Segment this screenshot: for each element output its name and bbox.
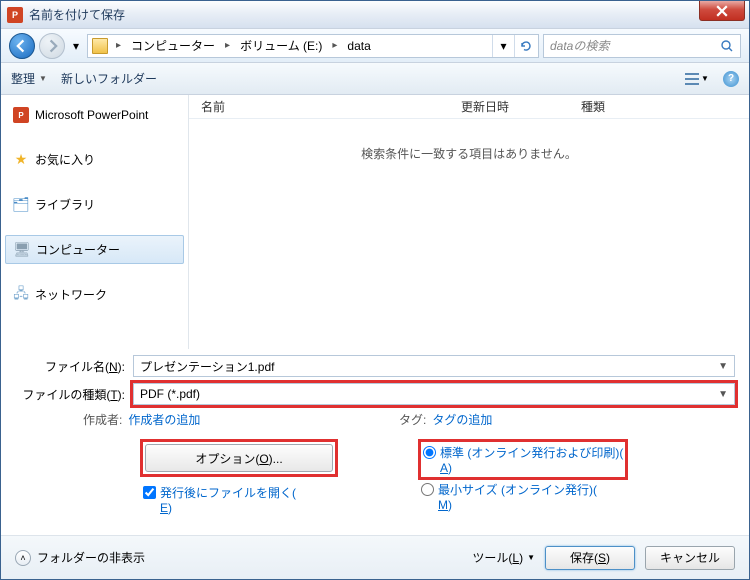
search-placeholder: dataの検索 xyxy=(550,37,609,54)
chevron-right-icon[interactable]: ▸ xyxy=(112,40,125,51)
close-button[interactable] xyxy=(699,1,745,21)
sidebar-item-computer[interactable]: 🖥 コンピューター xyxy=(5,235,184,264)
sidebar-item-libraries[interactable]: 🗂 ライブラリ xyxy=(1,190,188,219)
chevron-right-icon[interactable]: ▸ xyxy=(328,40,341,51)
help-button[interactable]: ? xyxy=(723,71,739,87)
toolbar: 整理▼ 新しいフォルダー ▼ ? xyxy=(1,63,749,95)
column-type[interactable]: 種類 xyxy=(581,98,661,115)
add-author-link[interactable]: 作成者の追加 xyxy=(128,411,200,428)
sidebar: P Microsoft PowerPoint ★ お気に入り 🗂 ライブラリ 🖥… xyxy=(1,95,189,349)
chevron-down-icon[interactable]: ▼ xyxy=(718,361,728,372)
titlebar[interactable]: P 名前を付けて保存 xyxy=(1,1,749,29)
save-as-dialog: P 名前を付けて保存 ▾ ▸ コンピューター ▸ ボリューム (E:) ▸ da… xyxy=(0,0,750,580)
breadcrumb-dropdown[interactable]: ▾ xyxy=(492,35,514,57)
breadcrumb-computer[interactable]: コンピューター xyxy=(127,35,219,57)
filename-label: ファイル名(N): xyxy=(15,358,133,375)
nav-bar: ▾ ▸ コンピューター ▸ ボリューム (E:) ▸ data ▾ dataの検… xyxy=(1,29,749,63)
sidebar-item-network[interactable]: 🖧 ネットワーク xyxy=(1,280,188,309)
chevron-right-icon[interactable]: ▸ xyxy=(221,40,234,51)
column-headers: 名前 更新日時 種類 xyxy=(189,95,749,119)
radio-input[interactable] xyxy=(421,483,434,496)
star-icon: ★ xyxy=(13,152,29,168)
filetype-label: ファイルの種類(T): xyxy=(15,386,133,403)
footer: ˄ フォルダーの非表示 ツール(L) ▼ 保存(S) キャンセル xyxy=(1,535,749,579)
tag-label: タグ: xyxy=(399,411,426,428)
refresh-icon xyxy=(520,40,532,52)
cancel-button[interactable]: キャンセル xyxy=(645,546,735,570)
list-icon xyxy=(685,73,699,85)
nav-history-dropdown[interactable]: ▾ xyxy=(69,39,83,53)
min-size-radio[interactable]: 最小サイズ (オンライン発行)(M) xyxy=(421,481,625,512)
file-list[interactable]: 名前 更新日時 種類 検索条件に一致する項目はありません。 xyxy=(189,95,749,349)
powerpoint-icon: P xyxy=(13,107,29,123)
add-tag-link[interactable]: タグの追加 xyxy=(432,411,492,428)
chevron-down-icon[interactable]: ▼ xyxy=(718,389,728,400)
library-icon: 🗂 xyxy=(13,197,29,213)
nav-back-button[interactable] xyxy=(9,33,35,59)
body-area: P Microsoft PowerPoint ★ お気に入り 🗂 ライブラリ 🖥… xyxy=(1,95,749,349)
sidebar-item-favorites[interactable]: ★ お気に入り xyxy=(1,145,188,174)
hide-folders-button[interactable]: ˄ フォルダーの非表示 xyxy=(15,549,145,566)
empty-message: 検索条件に一致する項目はありません。 xyxy=(189,119,749,188)
window-title: 名前を付けて保存 xyxy=(29,6,125,23)
nav-forward-button[interactable] xyxy=(39,33,65,59)
radio-input[interactable] xyxy=(423,446,436,459)
breadcrumb-volume[interactable]: ボリューム (E:) xyxy=(236,35,326,57)
close-icon xyxy=(716,5,728,17)
folder-icon xyxy=(92,38,108,54)
tools-dropdown[interactable]: ツール(L) ▼ xyxy=(472,549,535,566)
refresh-button[interactable] xyxy=(514,35,536,57)
network-icon: 🖧 xyxy=(13,287,29,303)
sidebar-item-powerpoint[interactable]: P Microsoft PowerPoint xyxy=(1,101,188,129)
arrow-left-icon xyxy=(15,39,29,53)
new-folder-button[interactable]: 新しいフォルダー xyxy=(61,70,157,87)
standard-quality-radio[interactable]: 標準 (オンライン発行および印刷)(A) xyxy=(423,444,623,475)
column-name[interactable]: 名前 xyxy=(201,98,461,115)
app-icon: P xyxy=(7,7,23,23)
view-mode-button[interactable]: ▼ xyxy=(679,69,715,89)
save-button[interactable]: 保存(S) xyxy=(545,546,635,570)
search-input[interactable]: dataの検索 xyxy=(543,34,741,58)
filename-input[interactable]: プレゼンテーション1.pdf ▼ xyxy=(133,355,735,377)
checkbox-input[interactable] xyxy=(143,486,156,499)
computer-icon: 🖥 xyxy=(14,242,30,258)
arrow-right-icon xyxy=(45,39,59,53)
column-date[interactable]: 更新日時 xyxy=(461,98,581,115)
open-after-publish-checkbox[interactable]: 発行後にファイルを開く(E) xyxy=(143,484,403,515)
author-label: 作成者: xyxy=(83,411,122,428)
breadcrumb-bar[interactable]: ▸ コンピューター ▸ ボリューム (E:) ▸ data ▾ xyxy=(87,34,539,58)
organize-button[interactable]: 整理▼ xyxy=(11,70,47,87)
chevron-up-icon: ˄ xyxy=(15,550,31,566)
search-icon xyxy=(720,39,734,53)
options-button[interactable]: オプション(O)... xyxy=(145,444,333,472)
breadcrumb-data[interactable]: data xyxy=(343,35,374,57)
filetype-select[interactable]: PDF (*.pdf) ▼ xyxy=(133,383,735,405)
form-area: ファイル名(N): プレゼンテーション1.pdf ▼ ファイルの種類(T): P… xyxy=(1,349,749,520)
